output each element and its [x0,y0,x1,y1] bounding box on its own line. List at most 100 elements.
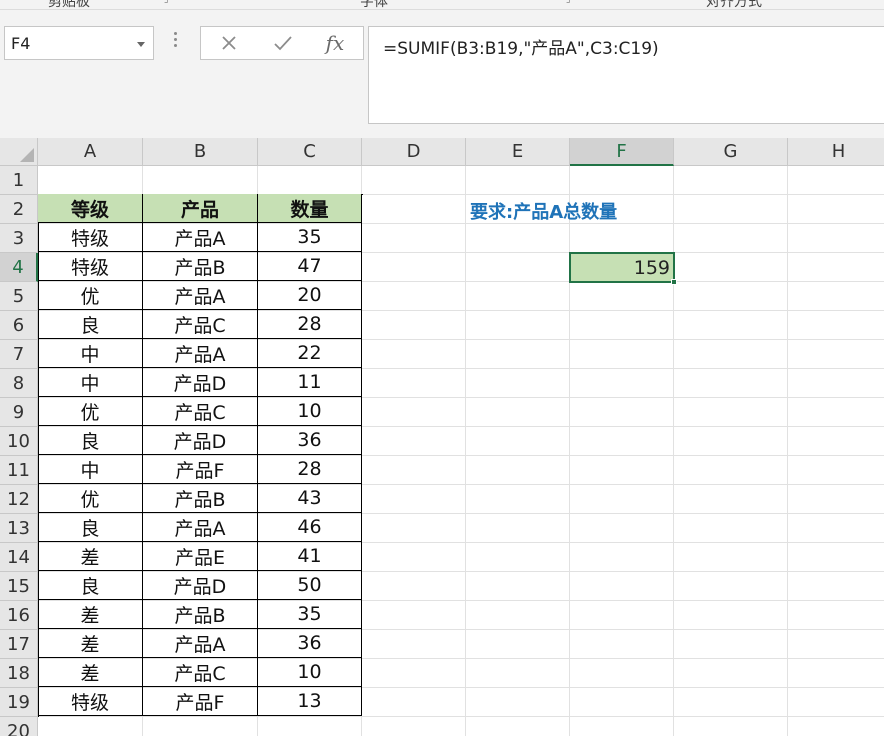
enter-button[interactable] [263,27,303,59]
column-header-b[interactable]: B [143,138,258,166]
table-cell[interactable]: 差 [38,542,143,571]
table-cell[interactable]: 20 [258,281,362,310]
table-cell[interactable]: 50 [258,571,362,600]
table-cell[interactable]: 产品A [143,629,258,658]
chevron-down-icon[interactable] [137,42,145,47]
formula-bar-area: F4 fx =SUMIF(B3:B19,"产品A",C3:C19) [0,10,884,138]
table-cell[interactable]: 41 [258,542,362,571]
table-cell[interactable]: 28 [258,455,362,484]
table-cell[interactable]: 11 [258,368,362,397]
formula-input[interactable]: =SUMIF(B3:B19,"产品A",C3:C19) [368,26,884,124]
table-cell[interactable]: 优 [38,281,143,310]
row-header-11[interactable]: 11 [0,456,38,485]
row-header-18[interactable]: 18 [0,659,38,688]
row-header-20[interactable]: 20 [0,717,38,736]
table-cell[interactable]: 中 [38,455,143,484]
name-box[interactable]: F4 [4,26,154,60]
table-cell[interactable]: 产品B [143,252,258,281]
drag-handle-icon[interactable] [174,32,178,52]
table-cell[interactable]: 良 [38,426,143,455]
ribbon-dialog-launcher-icon[interactable]: ⌟ [566,0,571,5]
table-cell[interactable]: 产品F [143,687,258,716]
select-all-corner[interactable] [0,138,38,166]
table-cell[interactable]: 产品A [143,223,258,252]
table-cell[interactable]: 特级 [38,687,143,716]
active-cell-f4[interactable]: 159 [569,252,675,283]
table-cell[interactable]: 特级 [38,223,143,252]
table-cell[interactable]: 13 [258,687,362,716]
table-cell[interactable]: 中 [38,368,143,397]
row-header-6[interactable]: 6 [0,311,38,340]
table-cell[interactable]: 产品F [143,455,258,484]
table-cell[interactable]: 差 [38,600,143,629]
table-cell[interactable]: 优 [38,397,143,426]
row-header-13[interactable]: 13 [0,514,38,543]
row-header-8[interactable]: 8 [0,369,38,398]
table-cell[interactable]: 47 [258,252,362,281]
table-cell[interactable]: 产品C [143,397,258,426]
table-cell[interactable]: 36 [258,426,362,455]
ribbon-dialog-launcher-icon[interactable]: ⌟ [164,0,169,5]
fill-handle[interactable] [671,279,677,285]
table-cell[interactable]: 28 [258,310,362,339]
table-cell[interactable]: 产品D [143,571,258,600]
ribbon-group-alignment: 对齐方式 [706,0,762,10]
row-header-16[interactable]: 16 [0,601,38,630]
table-cell[interactable]: 良 [38,571,143,600]
column-header-e[interactable]: E [466,138,570,166]
table-cell[interactable]: 中 [38,339,143,368]
row-header-4[interactable]: 4 [0,253,38,282]
table-cell[interactable]: 产品A [143,513,258,542]
row-header-2[interactable]: 2 [0,195,38,224]
table-cell[interactable]: 差 [38,658,143,687]
row-header-19[interactable]: 19 [0,688,38,717]
table-cell[interactable]: 35 [258,600,362,629]
table-cell[interactable]: 产品B [143,600,258,629]
table-cell[interactable]: 产品B [143,484,258,513]
check-icon [274,36,292,51]
cancel-button[interactable] [209,27,249,59]
table-cell[interactable]: 10 [258,658,362,687]
table-cell[interactable]: 产品C [143,310,258,339]
table-cell[interactable]: 良 [38,513,143,542]
table-cell[interactable]: 产品A [143,281,258,310]
table-cell[interactable]: 46 [258,513,362,542]
table-cell[interactable]: 差 [38,629,143,658]
table-cell[interactable]: 产品D [143,426,258,455]
row-header-3[interactable]: 3 [0,224,38,253]
table-cell[interactable]: 产品D [143,368,258,397]
column-header-d[interactable]: D [362,138,466,166]
row-header-14[interactable]: 14 [0,543,38,572]
column-header-c[interactable]: C [258,138,362,166]
row-header-12[interactable]: 12 [0,485,38,514]
row-header-7[interactable]: 7 [0,340,38,369]
table-header-cell[interactable]: 产品 [143,194,258,223]
table-cell[interactable]: 35 [258,223,362,252]
row-header-15[interactable]: 15 [0,572,38,601]
table-cell[interactable]: 特级 [38,252,143,281]
row-header-10[interactable]: 10 [0,427,38,456]
row-header-9[interactable]: 9 [0,398,38,427]
table-cell[interactable]: 36 [258,629,362,658]
column-header-g[interactable]: G [674,138,788,166]
table-cell[interactable]: 43 [258,484,362,513]
table-header-cell[interactable]: 数量 [258,194,362,223]
table-cell[interactable]: 优 [38,484,143,513]
table-cell[interactable]: 产品A [143,339,258,368]
spreadsheet-grid[interactable]: A B C D E F G H 1 2 3 4 5 6 7 8 9 10 11 12 13 14 15 16 17 18 19 20 等… [0,138,884,736]
insert-function-button[interactable]: fx [315,27,355,59]
table-cell[interactable]: 良 [38,310,143,339]
column-header-a[interactable]: A [38,138,143,166]
table-cell[interactable]: 10 [258,397,362,426]
table-header-cell[interactable]: 等级 [38,194,143,223]
row-header-17[interactable]: 17 [0,630,38,659]
formula-buttons: fx [200,26,364,60]
table-cell[interactable]: 产品E [143,542,258,571]
column-header-h[interactable]: H [788,138,884,166]
row-header-5[interactable]: 5 [0,282,38,311]
column-header-f[interactable]: F [570,138,674,166]
table-cell[interactable]: 22 [258,339,362,368]
row-header-1[interactable]: 1 [0,166,38,195]
ribbon-group-font: 字体 [360,0,388,10]
table-cell[interactable]: 产品C [143,658,258,687]
